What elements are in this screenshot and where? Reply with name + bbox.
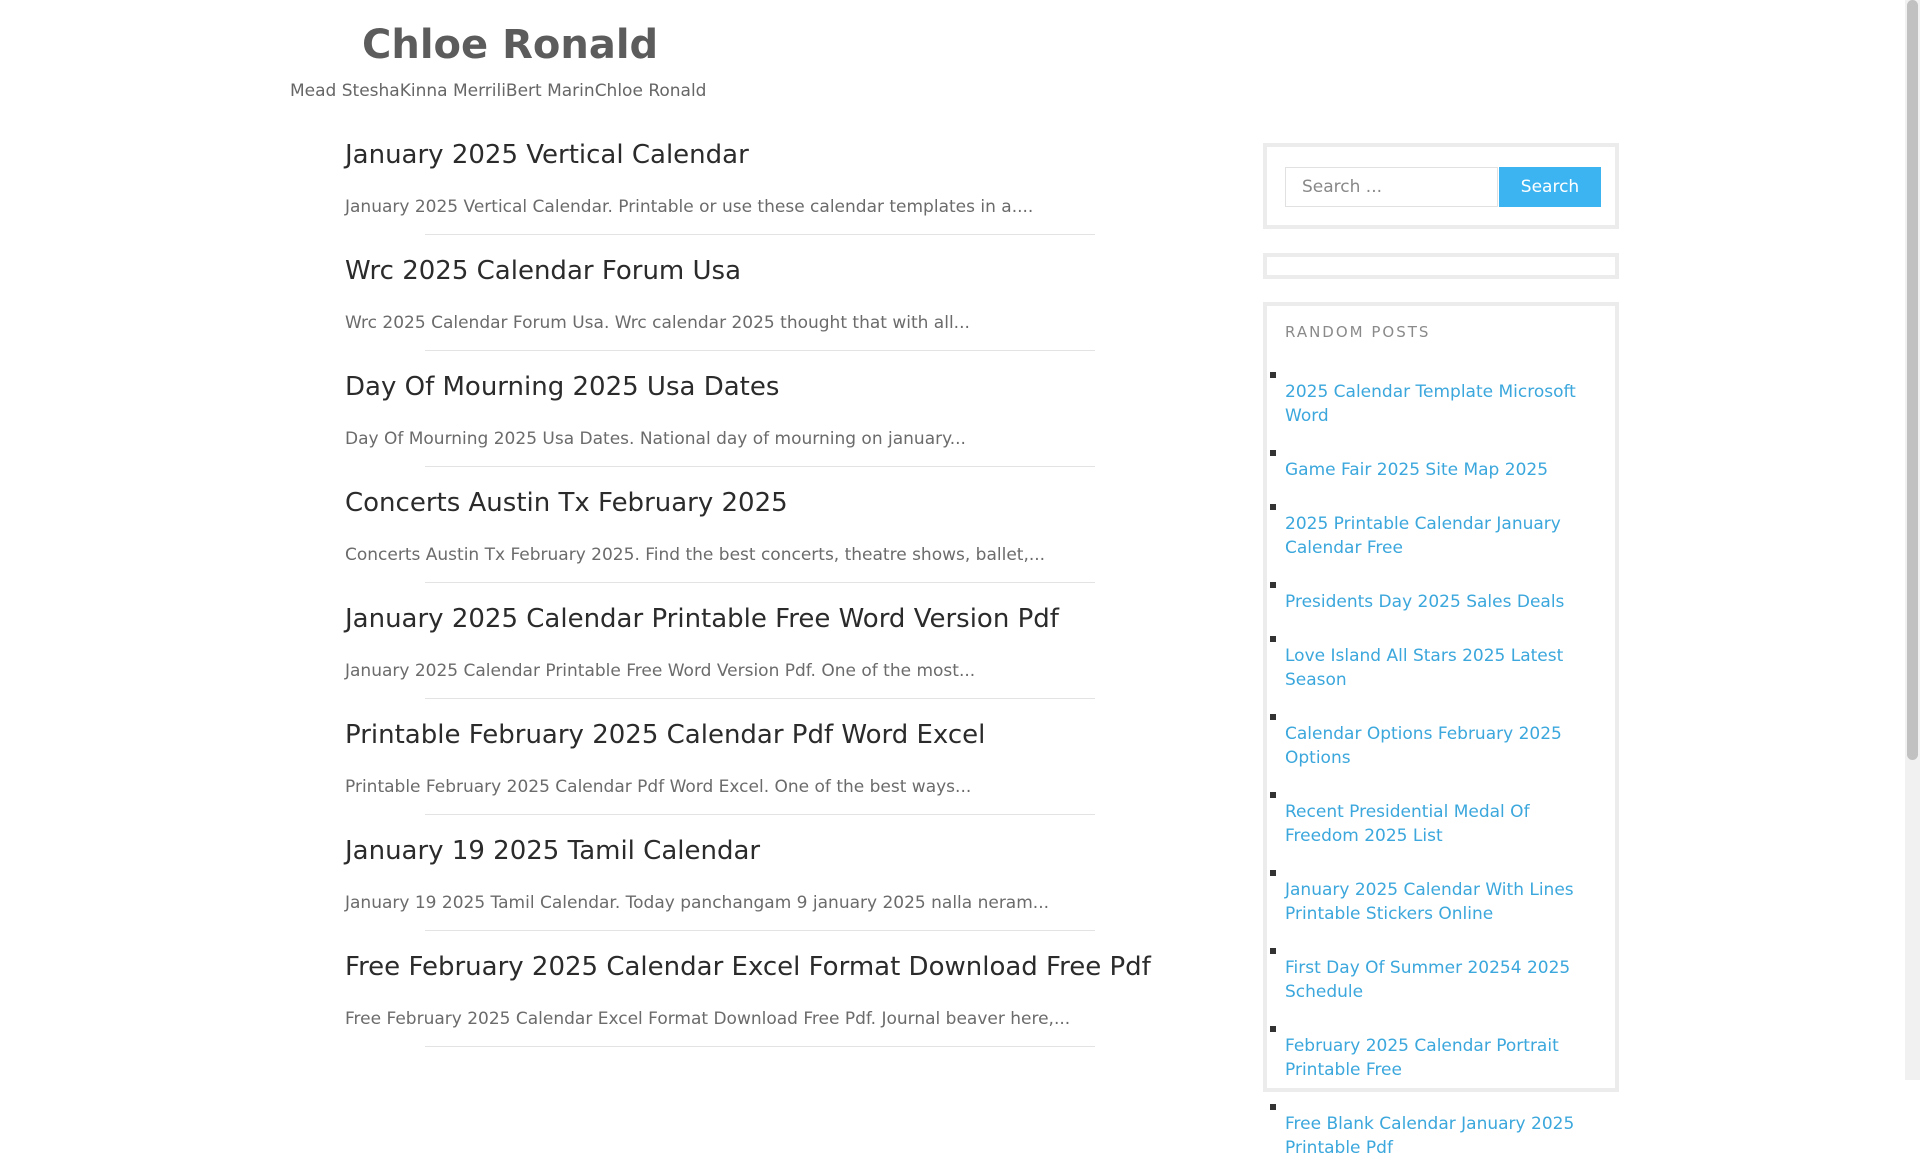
list-item: First Day Of Summer 20254 2025 Schedule — [1267, 942, 1615, 1004]
bullet-icon — [1270, 504, 1276, 510]
post-list: January 2025 Vertical Calendar January 2… — [345, 140, 1151, 1068]
nav-item-mead-stesha[interactable]: Mead Stesha — [290, 81, 400, 101]
post-excerpt: Free February 2025 Calendar Excel Format… — [345, 1009, 1071, 1029]
post-title[interactable]: January 2025 Calendar Printable Free Wor… — [345, 604, 1059, 634]
post-item: January 2025 Vertical Calendar January 2… — [345, 140, 1095, 256]
random-post-link[interactable]: First Day Of Summer 20254 2025 Schedule — [1285, 956, 1605, 1004]
random-post-link[interactable]: 2025 Printable Calendar January Calendar… — [1285, 512, 1605, 560]
list-item: Presidents Day 2025 Sales Deals — [1267, 576, 1615, 614]
search-widget: Search — [1263, 143, 1619, 229]
list-item: 2025 Calendar Template Microsoft Word — [1267, 366, 1615, 428]
list-item: February 2025 Calendar Portrait Printabl… — [1267, 1020, 1615, 1082]
post-title[interactable]: Wrc 2025 Calendar Forum Usa — [345, 256, 741, 286]
post-divider — [425, 814, 1095, 815]
widget-title: RANDOM POSTS — [1285, 323, 1431, 341]
random-post-link[interactable]: Game Fair 2025 Site Map 2025 — [1285, 458, 1605, 482]
scrollbar-thumb[interactable] — [1907, 0, 1918, 760]
bullet-icon — [1270, 582, 1276, 588]
post-title[interactable]: Concerts Austin Tx February 2025 — [345, 488, 788, 518]
post-item: Day Of Mourning 2025 Usa Dates Day Of Mo… — [345, 372, 1095, 488]
random-post-link[interactable]: 2025 Calendar Template Microsoft Word — [1285, 380, 1605, 428]
post-divider — [425, 1046, 1095, 1047]
post-item: Printable February 2025 Calendar Pdf Wor… — [345, 720, 1095, 836]
post-excerpt: January 2025 Vertical Calendar. Printabl… — [345, 197, 1034, 217]
random-post-link[interactable]: Calendar Options February 2025 Options — [1285, 722, 1605, 770]
bullet-icon — [1270, 948, 1276, 954]
random-posts-widget: RANDOM POSTS 2025 Calendar Template Micr… — [1263, 302, 1619, 1158]
post-item: Wrc 2025 Calendar Forum Usa Wrc 2025 Cal… — [345, 256, 1095, 372]
bullet-icon — [1270, 1026, 1276, 1032]
site-title[interactable]: Chloe Ronald — [362, 22, 658, 68]
post-excerpt: Wrc 2025 Calendar Forum Usa. Wrc calenda… — [345, 313, 970, 333]
post-item: January 19 2025 Tamil Calendar January 1… — [345, 836, 1095, 952]
post-title[interactable]: January 2025 Vertical Calendar — [345, 140, 749, 170]
list-item: Calendar Options February 2025 Options — [1267, 708, 1615, 770]
nav-item-kinna-merrili[interactable]: Kinna Merrili — [400, 81, 506, 101]
post-excerpt: Concerts Austin Tx February 2025. Find t… — [345, 545, 1046, 565]
post-title[interactable]: Day Of Mourning 2025 Usa Dates — [345, 372, 779, 402]
random-post-link[interactable]: Recent Presidential Medal Of Freedom 202… — [1285, 800, 1605, 848]
post-excerpt: January 2025 Calendar Printable Free Wor… — [345, 661, 976, 681]
random-post-link[interactable]: Presidents Day 2025 Sales Deals — [1285, 590, 1605, 614]
list-item: Game Fair 2025 Site Map 2025 — [1267, 444, 1615, 482]
post-divider — [425, 466, 1095, 467]
bullet-icon — [1270, 714, 1276, 720]
nav-item-bert-marin[interactable]: Bert Marin — [506, 81, 595, 101]
random-posts-list: 2025 Calendar Template Microsoft Word Ga… — [1267, 366, 1615, 1176]
post-divider — [425, 234, 1095, 235]
post-divider — [425, 350, 1095, 351]
post-item: Free February 2025 Calendar Excel Format… — [345, 952, 1151, 1068]
post-title[interactable]: Free February 2025 Calendar Excel Format… — [345, 952, 1151, 982]
bullet-icon — [1270, 1104, 1276, 1110]
nav-item-chloe-ronald[interactable]: Chloe Ronald — [595, 81, 707, 101]
post-divider — [425, 582, 1095, 583]
bullet-icon — [1270, 792, 1276, 798]
empty-widget — [1263, 253, 1619, 279]
random-post-link[interactable]: Love Island All Stars 2025 Latest Season — [1285, 644, 1605, 692]
bullet-icon — [1270, 870, 1276, 876]
site-nav: Mead SteshaKinna MerriliBert MarinChloe … — [290, 81, 706, 101]
post-item: Concerts Austin Tx February 2025 Concert… — [345, 488, 1095, 604]
post-excerpt: Printable February 2025 Calendar Pdf Wor… — [345, 777, 972, 797]
random-post-link[interactable]: Free Blank Calendar January 2025 Printab… — [1285, 1112, 1605, 1160]
post-title[interactable]: January 19 2025 Tamil Calendar — [345, 836, 760, 866]
list-item: January 2025 Calendar With Lines Printab… — [1267, 864, 1615, 926]
scrollbar[interactable] — [1905, 0, 1920, 1080]
bullet-icon — [1270, 450, 1276, 456]
post-divider — [425, 698, 1095, 699]
post-excerpt: Day Of Mourning 2025 Usa Dates. National… — [345, 429, 966, 449]
list-item: Free Blank Calendar January 2025 Printab… — [1267, 1098, 1615, 1160]
post-title[interactable]: Printable February 2025 Calendar Pdf Wor… — [345, 720, 985, 750]
random-post-link[interactable]: January 2025 Calendar With Lines Printab… — [1285, 878, 1605, 926]
list-item: 2025 Printable Calendar January Calendar… — [1267, 498, 1615, 560]
bullet-icon — [1270, 636, 1276, 642]
random-post-link[interactable]: February 2025 Calendar Portrait Printabl… — [1285, 1034, 1605, 1082]
post-excerpt: January 19 2025 Tamil Calendar. Today pa… — [345, 893, 1049, 913]
post-item: January 2025 Calendar Printable Free Wor… — [345, 604, 1095, 720]
search-button[interactable]: Search — [1499, 167, 1601, 207]
list-item: Recent Presidential Medal Of Freedom 202… — [1267, 786, 1615, 848]
search-input[interactable] — [1285, 167, 1498, 207]
post-divider — [425, 930, 1095, 931]
bullet-icon — [1270, 372, 1276, 378]
list-item: Love Island All Stars 2025 Latest Season — [1267, 630, 1615, 692]
